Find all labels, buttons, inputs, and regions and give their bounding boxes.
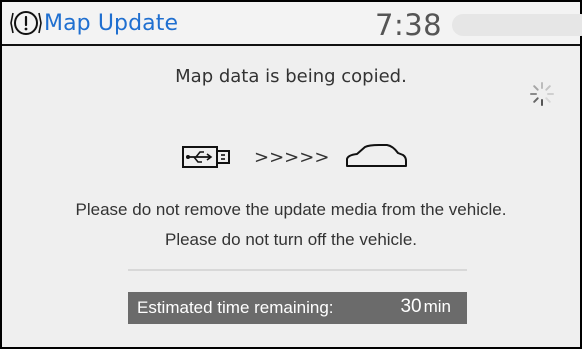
copy-process-graphic: >>>>>	[182, 142, 409, 172]
warning-circle-icon	[10, 11, 42, 35]
map-update-screen: Map Update 7:38 Map data is being copied…	[0, 0, 582, 349]
clock-time: 7:38	[375, 8, 443, 42]
estimated-time-bar: Estimated time remaining: 30 min	[128, 292, 467, 324]
divider	[128, 269, 467, 271]
warning-turn-off: Please do not turn off the vehicle.	[164, 230, 418, 249]
warning-remove-media: Please do not remove the update media fr…	[75, 200, 507, 219]
usb-drive-icon	[182, 146, 230, 168]
estimated-time-unit: min	[423, 297, 451, 316]
estimated-time-label: Estimated time remaining:	[137, 298, 334, 317]
content-area: Map data is being copied. >>>>> Please d…	[2, 46, 580, 347]
car-outline-icon	[346, 144, 408, 167]
loading-spinner-icon	[530, 82, 554, 106]
estimated-time-value: 30 min	[400, 296, 451, 318]
page-title: Map Update	[44, 10, 179, 36]
estimated-time-number: 30	[400, 296, 422, 317]
header-title-group: Map Update	[10, 10, 178, 36]
status-pill	[452, 14, 582, 36]
copy-status-message: Map data is being copied.	[175, 66, 407, 87]
header-bar: Map Update 7:38	[2, 2, 582, 46]
transfer-arrows: >>>>>	[254, 146, 330, 168]
